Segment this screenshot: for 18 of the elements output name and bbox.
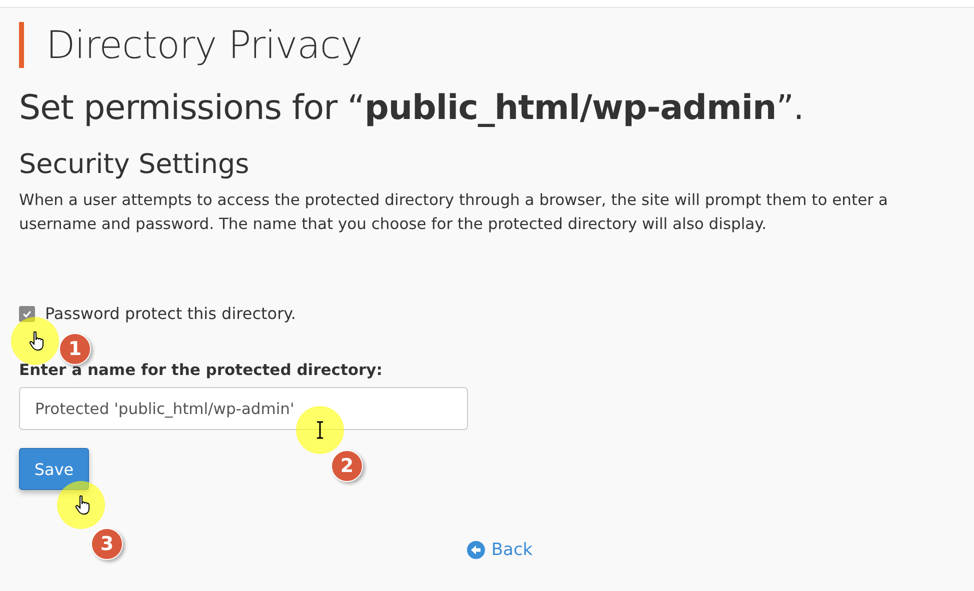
check-icon [22,308,32,318]
highlight-circle [57,481,105,529]
section-title: Security Settings [19,148,250,182]
checkbox-label: Password protect this directory. [45,304,296,323]
hand-cursor-icon [29,331,45,351]
page-title: Directory Privacy [19,22,362,68]
back-link[interactable]: Back [467,540,533,560]
protect-checkbox[interactable] [19,306,35,322]
section-description: When a user attempts to access the protected directory through a browser, the site will prompt them to enter a username and password. The name that you choose for the protected directory will also display. [19,190,889,235]
step-number-badge: 2 [331,450,363,482]
name-input-field[interactable]: Protected 'public_html/wp-admin' [19,387,468,430]
step-number-badge: 3 [91,528,123,560]
hand-cursor-icon [75,495,91,515]
text-cursor-icon [316,421,324,439]
step-number-badge: 1 [59,333,91,365]
highlight-circle [296,406,344,454]
permissions-heading: Set permissions for “public_html/wp-admin”. [19,88,804,128]
save-button[interactable]: Save [19,448,89,490]
